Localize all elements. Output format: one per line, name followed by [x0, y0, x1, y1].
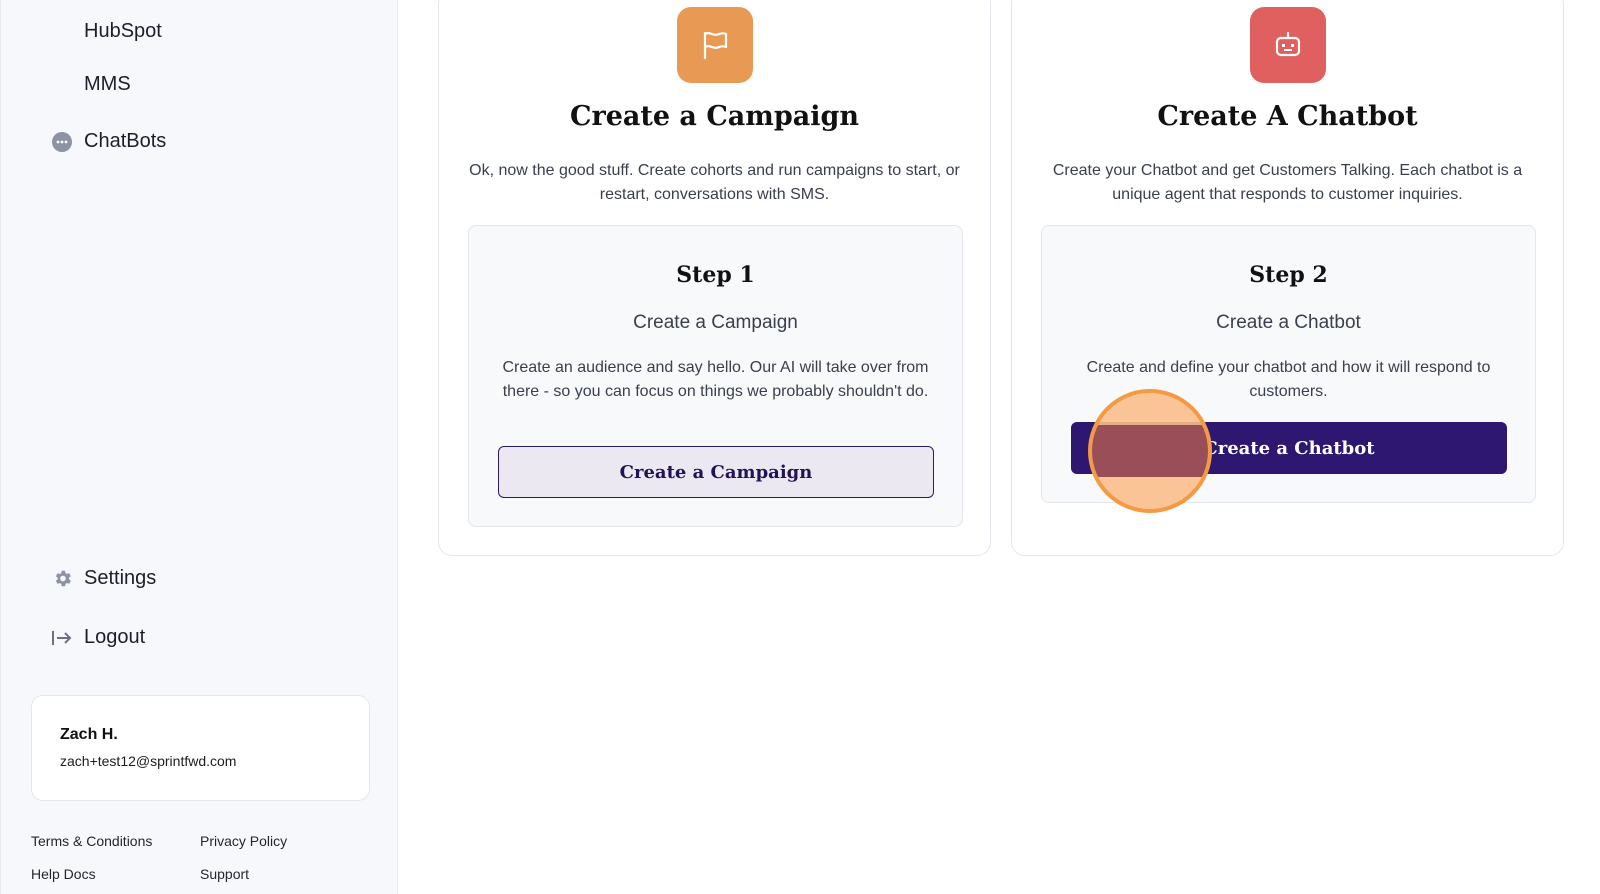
step-box: Step 2 Create a Chatbot Create and defin… [1041, 225, 1536, 503]
step-title: Step 2 [1249, 262, 1328, 288]
terms-link[interactable]: Terms & Conditions [31, 833, 152, 849]
step-subtitle: Create a Campaign [633, 312, 798, 333]
sidebar-item-settings[interactable]: Settings [51, 567, 156, 590]
user-email: zach+test12@sprintfwd.com [60, 753, 237, 769]
chat-bubble-icon [51, 131, 73, 153]
sidebar-item-label: MMS [84, 73, 131, 95]
sidebar-item-label: Logout [84, 626, 146, 648]
step-description: Create and define your chatbot and how i… [1086, 359, 1491, 400]
chatbot-card: Create A Chatbot Create your Chatbot and… [1011, 0, 1564, 556]
step-title: Step 1 [676, 262, 755, 288]
create-chatbot-button[interactable]: Create a Chatbot [1071, 422, 1507, 474]
support-link[interactable]: Support [200, 866, 249, 882]
sidebar-item-logout[interactable]: Logout [51, 626, 145, 649]
sidebar-item-label: ChatBots [84, 130, 167, 152]
sidebar: HubSpot MMS ChatBots Settings Logout Zac… [0, 0, 398, 894]
help-docs-link[interactable]: Help Docs [31, 866, 96, 882]
user-card[interactable]: Zach H. zach+test12@sprintfwd.com [31, 695, 370, 801]
card-description: Create your Chatbot and get Customers Ta… [1052, 162, 1523, 203]
sidebar-item-label: HubSpot [84, 20, 162, 42]
logout-icon [51, 627, 73, 649]
create-campaign-button[interactable]: Create a Campaign [498, 446, 934, 498]
flag-icon [676, 7, 753, 83]
sidebar-item-chatbots[interactable]: ChatBots [51, 130, 166, 153]
sidebar-item-mms[interactable]: MMS [84, 73, 131, 96]
card-description: Ok, now the good stuff. Create cohorts a… [469, 162, 960, 203]
step-subtitle: Create a Chatbot [1216, 312, 1361, 333]
gear-icon [51, 568, 73, 590]
card-title: Create A Chatbot [1157, 101, 1418, 132]
sidebar-item-label: Settings [84, 567, 157, 589]
step-description: Create an audience and say hello. Our AI… [502, 359, 929, 400]
robot-icon [1249, 7, 1326, 83]
sidebar-item-hubspot[interactable]: HubSpot [84, 20, 162, 43]
step-box: Step 1 Create a Campaign Create an audie… [468, 225, 963, 527]
privacy-link[interactable]: Privacy Policy [200, 833, 287, 849]
campaign-card: Create a Campaign Ok, now the good stuff… [438, 0, 991, 556]
card-title: Create a Campaign [569, 101, 860, 132]
user-name: Zach H. [60, 726, 118, 743]
